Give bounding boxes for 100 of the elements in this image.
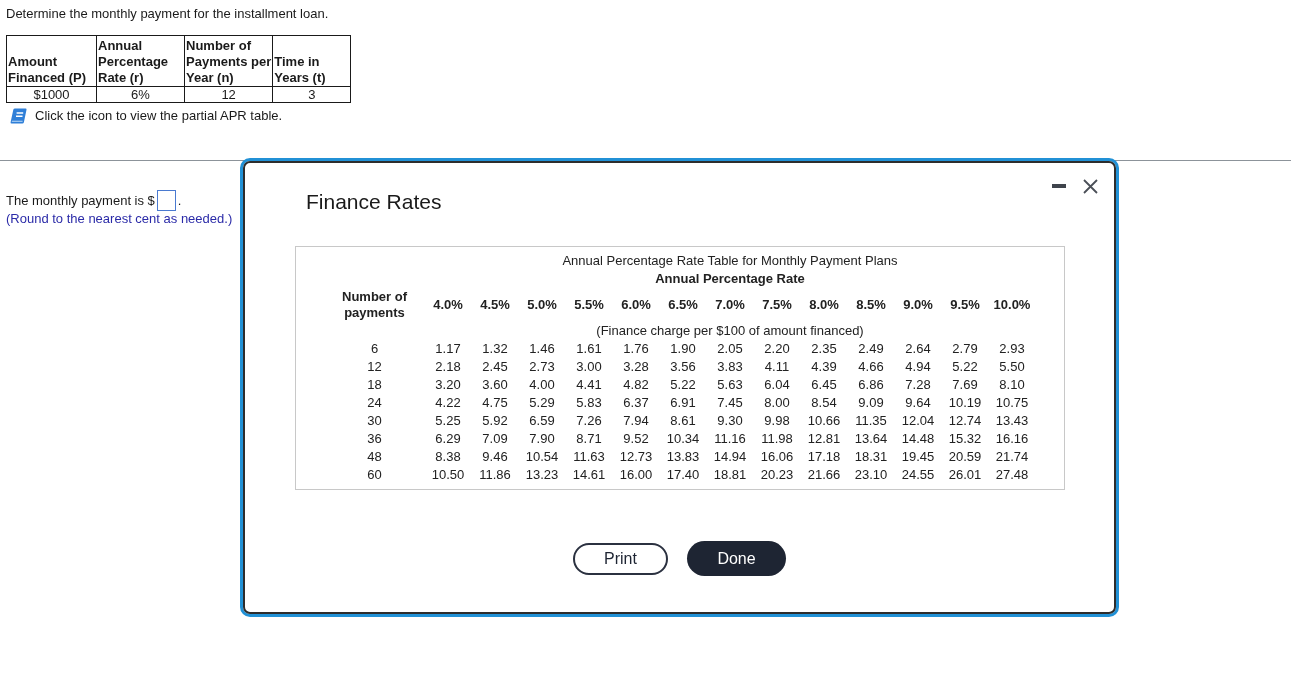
- finance-charge: 4.22: [435, 395, 461, 410]
- column-header: Amount Financed (P): [6, 35, 97, 87]
- table-title: Annual Percentage Rate Table for Monthly Payment Plans: [562, 253, 898, 268]
- finance-charge: 10.54: [525, 449, 559, 464]
- finance-charge: 3.28: [623, 359, 649, 374]
- finance-charge: 14.94: [713, 449, 747, 464]
- rate-heading: 5.0%: [527, 297, 557, 313]
- close-icon[interactable]: [1083, 178, 1098, 194]
- rate-heading: 4.5%: [480, 297, 510, 313]
- finance-charge: 6.59: [529, 413, 555, 428]
- finance-charge: 7.28: [905, 377, 931, 392]
- finance-charge: 5.22: [952, 359, 978, 374]
- finance-charge: 16.06: [760, 449, 794, 464]
- finance-charge: 18.81: [713, 467, 747, 482]
- rate-heading: 9.0%: [903, 297, 933, 313]
- answer-field[interactable]: [156, 190, 176, 211]
- rate-heading: 4.0%: [433, 297, 463, 313]
- finance-charge: 4.11: [764, 359, 790, 374]
- finance-charge: 1.46: [529, 341, 555, 356]
- finance-charge: 7.69: [952, 377, 978, 392]
- finance-charge: 1.76: [623, 341, 649, 356]
- row-header: Number of payments: [341, 289, 408, 321]
- finance-charge: 7.45: [717, 395, 743, 410]
- finance-charge: 2.49: [858, 341, 884, 356]
- rate-heading: 5.5%: [574, 297, 604, 313]
- finance-charge: 5.83: [576, 395, 602, 410]
- column-header: Annual Percentage Rate (r): [96, 35, 185, 87]
- finance-charge: 4.39: [811, 359, 837, 374]
- column-header: Number of Payments per Year (n): [184, 35, 273, 87]
- table-cell: $1000: [6, 86, 97, 103]
- finance-charge: 18.31: [854, 449, 888, 464]
- table-note: (Finance charge per $100 of amount financed): [596, 323, 864, 338]
- finance-charge: 16.00: [619, 467, 653, 482]
- rate-heading: 8.0%: [809, 297, 839, 313]
- finance-charge: 5.50: [999, 359, 1025, 374]
- print-button[interactable]: Print: [573, 542, 668, 575]
- finance-charge: 4.00: [529, 377, 555, 392]
- finance-charge: 6.45: [811, 377, 837, 392]
- finance-charge: 8.71: [576, 431, 602, 446]
- finance-charge: 4.82: [623, 377, 649, 392]
- finance-charge: 3.56: [670, 359, 696, 374]
- finance-charge: 27.48: [995, 467, 1029, 482]
- table-cell: 3: [272, 86, 351, 103]
- finance-charge: 11.63: [573, 449, 605, 464]
- finance-charge: 7.90: [529, 431, 555, 446]
- finance-charge: 6.29: [435, 431, 461, 446]
- finance-charge: 4.75: [482, 395, 508, 410]
- finance-charge: 2.79: [952, 341, 978, 356]
- column-header: Time in Years (t): [272, 35, 351, 87]
- finance-charge: 9.09: [858, 395, 884, 410]
- finance-charge: 16.16: [995, 431, 1029, 446]
- finance-charge: 8.00: [764, 395, 790, 410]
- finance-charge: 4.41: [576, 377, 602, 392]
- done-button[interactable]: Done: [687, 541, 786, 576]
- rate-heading: 7.5%: [762, 297, 792, 313]
- finance-charge: 13.64: [854, 431, 888, 446]
- answer-period: .: [177, 192, 182, 209]
- finance-charge: 3.20: [435, 377, 461, 392]
- finance-charge: 11.35: [855, 413, 887, 428]
- finance-charge: 14.61: [572, 467, 606, 482]
- question-text: Determine the monthly payment for the installment loan.: [6, 6, 329, 22]
- finance-charge: 2.18: [435, 359, 461, 374]
- payment-count: 36: [367, 431, 382, 446]
- finance-charge: 6.86: [858, 377, 884, 392]
- finance-charge: 21.66: [807, 467, 841, 482]
- rate-heading: 10.0%: [993, 297, 1031, 313]
- dialog-title: Finance Rates: [306, 190, 442, 214]
- finance-charge: 15.32: [948, 431, 982, 446]
- rounding-hint: (Round to the nearest cent as needed.): [6, 211, 233, 227]
- payment-count: 12: [367, 359, 382, 374]
- finance-charge: 6.91: [670, 395, 696, 410]
- finance-charge: 2.35: [811, 341, 837, 356]
- book-icon[interactable]: [10, 108, 27, 124]
- finance-charge: 5.25: [435, 413, 461, 428]
- finance-charge: 26.01: [948, 467, 982, 482]
- finance-charge: 2.73: [529, 359, 555, 374]
- payment-count: 6: [370, 341, 379, 356]
- finance-charge: 8.54: [811, 395, 837, 410]
- payment-count: 24: [367, 395, 382, 410]
- finance-charge: 13.83: [666, 449, 700, 464]
- payment-count: 30: [367, 413, 382, 428]
- finance-charge: 2.64: [905, 341, 931, 356]
- finance-charge: 2.20: [764, 341, 790, 356]
- finance-charge: 20.59: [948, 449, 982, 464]
- finance-charge: 6.37: [623, 395, 649, 410]
- finance-charge: 10.19: [948, 395, 982, 410]
- finance-charge: 5.29: [529, 395, 555, 410]
- finance-charge: 3.83: [717, 359, 743, 374]
- finance-charge: 23.10: [854, 467, 888, 482]
- finance-charge: 3.60: [482, 377, 508, 392]
- rate-heading: 7.0%: [715, 297, 745, 313]
- finance-charge: 6.04: [764, 377, 790, 392]
- finance-charge: 9.52: [623, 431, 649, 446]
- finance-charge: 8.10: [999, 377, 1025, 392]
- finance-charge: 3.00: [576, 359, 602, 374]
- finance-charge: 1.90: [670, 341, 696, 356]
- finance-charge: 4.66: [858, 359, 884, 374]
- finance-charge: 21.74: [995, 449, 1029, 464]
- finance-charge: 10.34: [666, 431, 700, 446]
- finance-charge: 11.98: [761, 431, 793, 446]
